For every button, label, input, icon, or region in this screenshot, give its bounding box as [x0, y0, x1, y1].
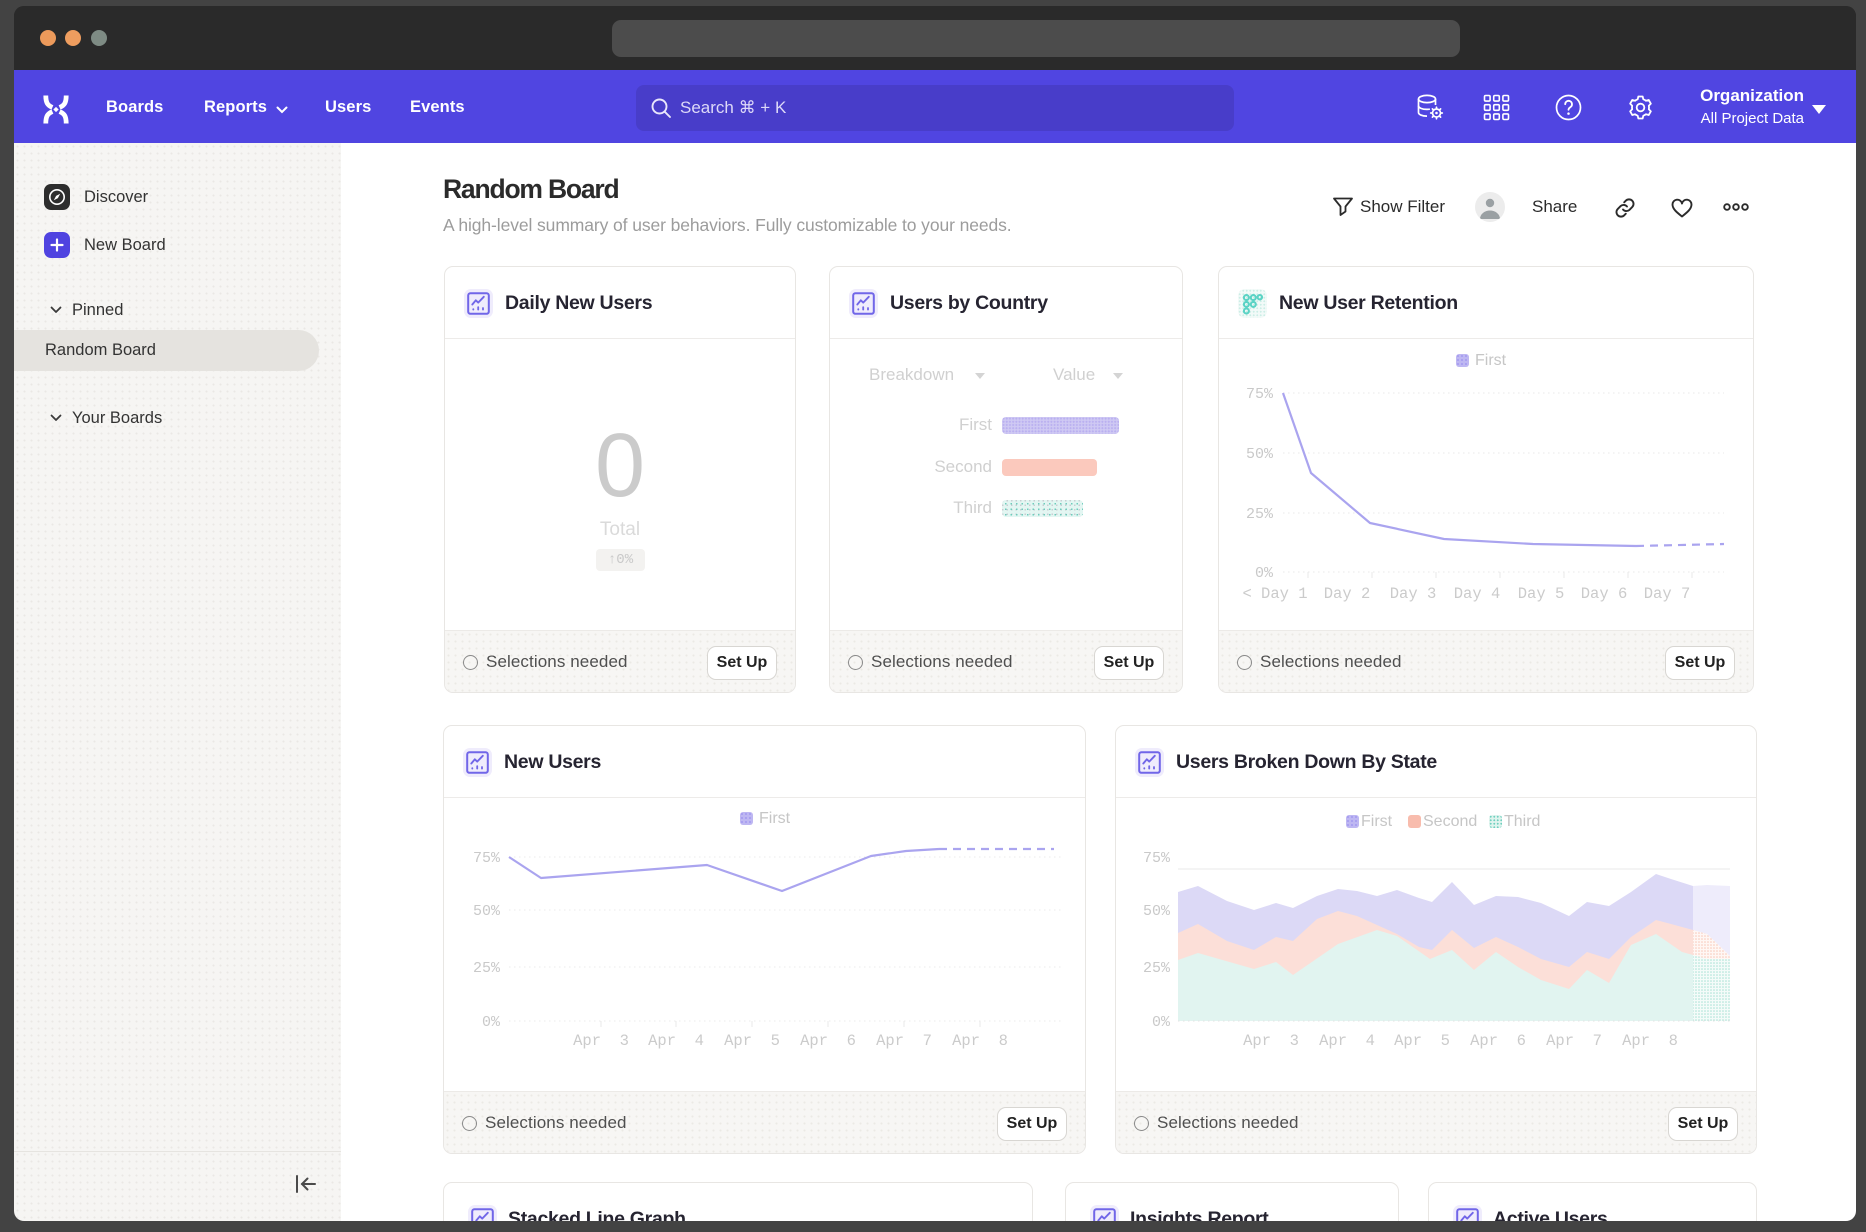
- svg-text:< Day 1: < Day 1: [1242, 585, 1307, 603]
- svg-text:Day 5: Day 5: [1518, 585, 1565, 603]
- svg-text:25%: 25%: [1143, 960, 1171, 977]
- svg-text:Apr 7: Apr 7: [1546, 1032, 1602, 1050]
- svg-text:Apr 5: Apr 5: [724, 1032, 780, 1050]
- svg-text:Apr 6: Apr 6: [800, 1032, 856, 1050]
- svg-text:Apr 8: Apr 8: [1622, 1032, 1678, 1050]
- svg-text:Apr 3: Apr 3: [573, 1032, 629, 1050]
- svg-text:0%: 0%: [1255, 565, 1274, 582]
- svg-text:0%: 0%: [1152, 1014, 1171, 1031]
- svg-text:Apr 3: Apr 3: [1243, 1032, 1299, 1050]
- svg-text:25%: 25%: [1246, 506, 1274, 523]
- svg-text:50%: 50%: [473, 903, 501, 920]
- svg-text:Apr 4: Apr 4: [648, 1032, 704, 1050]
- svg-text:75%: 75%: [1143, 850, 1171, 867]
- svg-text:Day 3: Day 3: [1390, 585, 1437, 603]
- svg-text:Apr 7: Apr 7: [876, 1032, 932, 1050]
- svg-text:Day 4: Day 4: [1454, 585, 1501, 603]
- svg-text:Day 2: Day 2: [1324, 585, 1371, 603]
- svg-text:Apr 6: Apr 6: [1470, 1032, 1526, 1050]
- svg-text:0%: 0%: [482, 1014, 501, 1031]
- svg-text:50%: 50%: [1246, 446, 1274, 463]
- svg-text:75%: 75%: [473, 850, 501, 867]
- svg-text:Apr 5: Apr 5: [1394, 1032, 1450, 1050]
- svg-text:Apr 8: Apr 8: [952, 1032, 1008, 1050]
- svg-text:25%: 25%: [473, 960, 501, 977]
- svg-text:75%: 75%: [1246, 386, 1274, 403]
- svg-text:50%: 50%: [1143, 903, 1171, 920]
- svg-text:Day 7: Day 7: [1644, 585, 1691, 603]
- svg-text:Apr 4: Apr 4: [1319, 1032, 1375, 1050]
- svg-text:Day 6: Day 6: [1581, 585, 1628, 603]
